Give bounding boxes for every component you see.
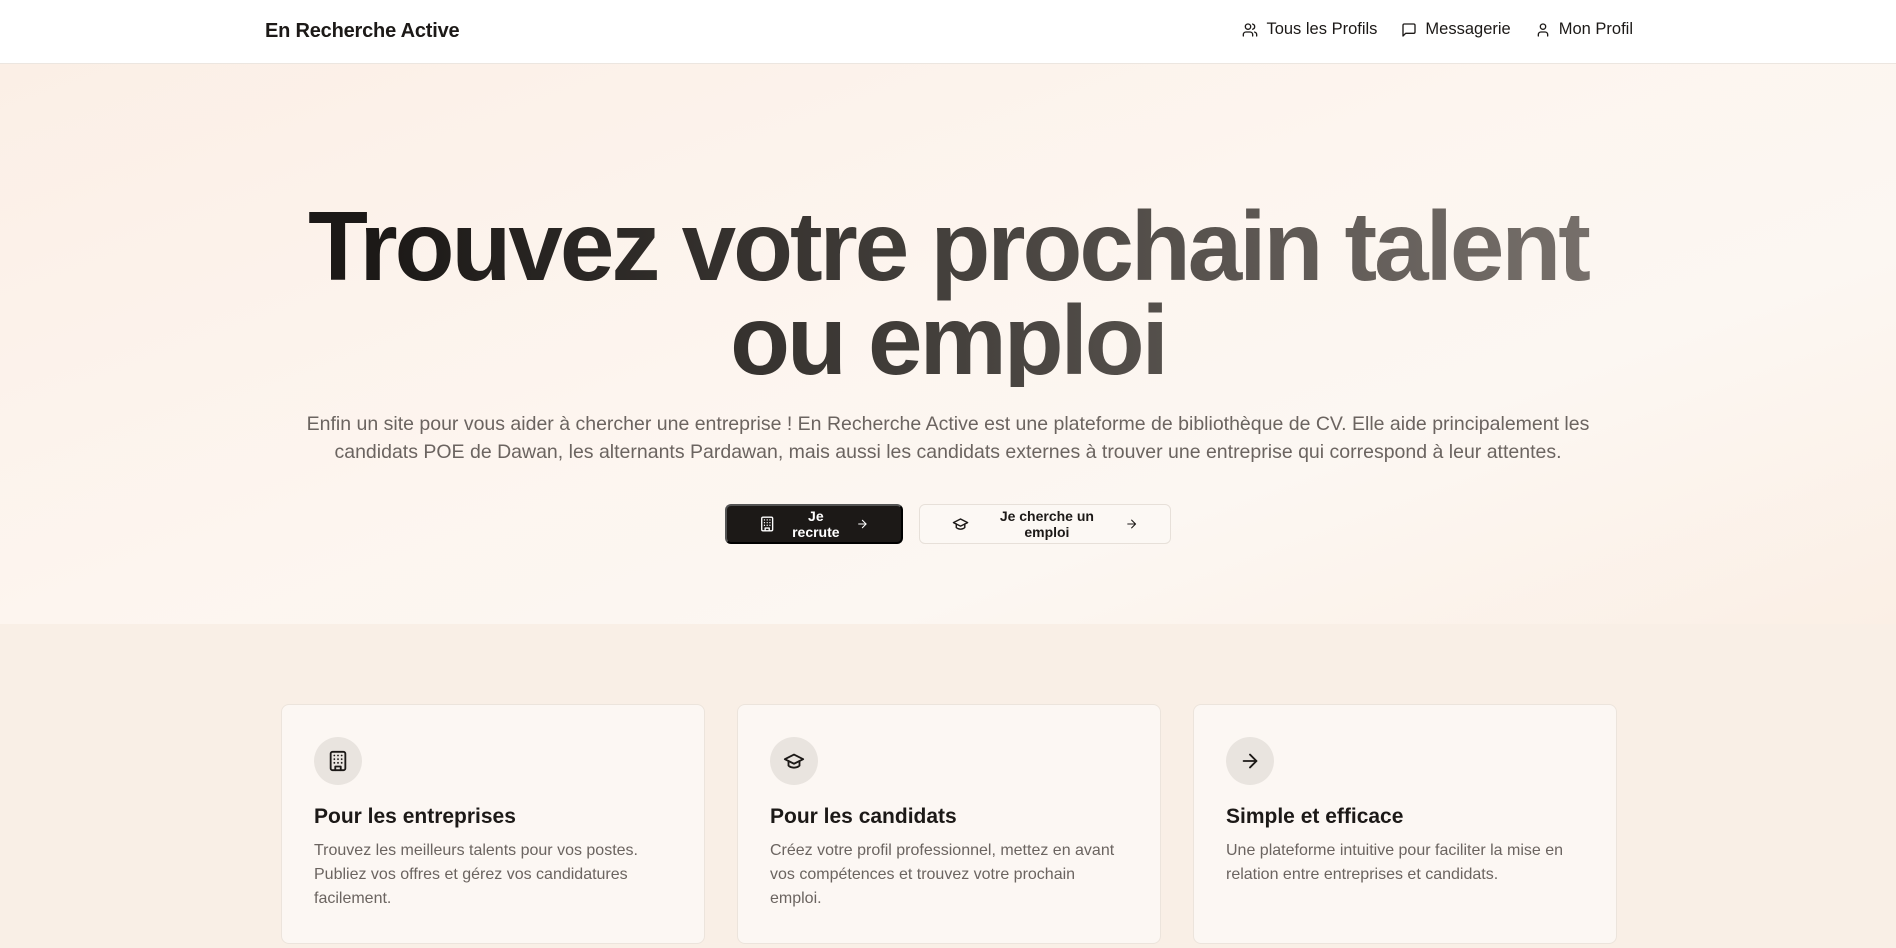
feature-title: Simple et efficace — [1226, 805, 1404, 828]
recruit-button-label: Je recrute — [792, 508, 840, 540]
arrow-right-icon — [858, 519, 867, 529]
building-icon — [329, 750, 347, 772]
brand-logo[interactable]: En Recherche Active — [265, 20, 460, 43]
feature-title: Pour les entreprises — [314, 805, 516, 828]
feature-card-simple: Simple et efficace Une plateforme intuit… — [1193, 704, 1617, 944]
job-search-button-label: Je cherche un emploi — [999, 508, 1094, 540]
features-section: Pour les entreprises Trouvez les meilleu… — [281, 704, 1617, 944]
feature-text: Une plateforme intuitive pour faciliter … — [1226, 842, 1564, 883]
nav-link-messages[interactable]: Messagerie — [1401, 20, 1511, 39]
feature-icon-wrapper — [770, 737, 818, 785]
graduation-cap-icon — [783, 753, 805, 769]
feature-card-companies: Pour les entreprises Trouvez les meilleu… — [281, 704, 705, 944]
nav-links: Tous les Profils Messagerie Mon Profil — [1242, 20, 1633, 39]
feature-card-candidates: Pour les candidats Créez votre profil pr… — [737, 704, 1161, 944]
hero-title: Trouvez votre prochain talent ou emploi — [0, 199, 1896, 387]
users-icon — [1243, 22, 1258, 37]
feature-text: Trouvez les meilleurs talents pour vos p… — [314, 842, 638, 907]
arrow-right-icon — [1126, 519, 1136, 529]
nav-link-my-profile[interactable]: Mon Profil — [1535, 20, 1633, 39]
nav-link-label: Mon Profil — [1558, 20, 1633, 38]
graduation-cap-icon — [952, 518, 969, 530]
hero-actions: Je recrute Je cherche un emploi — [0, 504, 1896, 544]
message-icon — [1402, 22, 1417, 37]
arrow-right-icon — [1242, 753, 1258, 769]
feature-icon-wrapper — [314, 737, 362, 785]
nav-link-label: Messagerie — [1425, 20, 1511, 38]
job-search-button[interactable]: Je cherche un emploi — [919, 504, 1171, 544]
hero-section: Trouvez votre prochain talent ou emploi … — [0, 64, 1896, 624]
nav-link-profiles[interactable]: Tous les Profils — [1242, 20, 1377, 39]
hero-subtitle: Enfin un site pour vous aider à chercher… — [306, 413, 1590, 463]
feature-icon-wrapper — [1226, 737, 1274, 785]
recruit-button[interactable]: Je recrute — [725, 504, 903, 544]
feature-text: Créez votre profil professionnel, mettez… — [770, 842, 1115, 907]
building-icon — [761, 516, 774, 532]
user-icon — [1537, 22, 1549, 37]
hero-title-line2: ou emploi — [730, 285, 1166, 395]
top-navbar: En Recherche Active Tous les Profils Mes… — [0, 0, 1896, 64]
feature-title: Pour les candidats — [770, 805, 957, 828]
nav-link-label: Tous les Profils — [1266, 20, 1378, 38]
